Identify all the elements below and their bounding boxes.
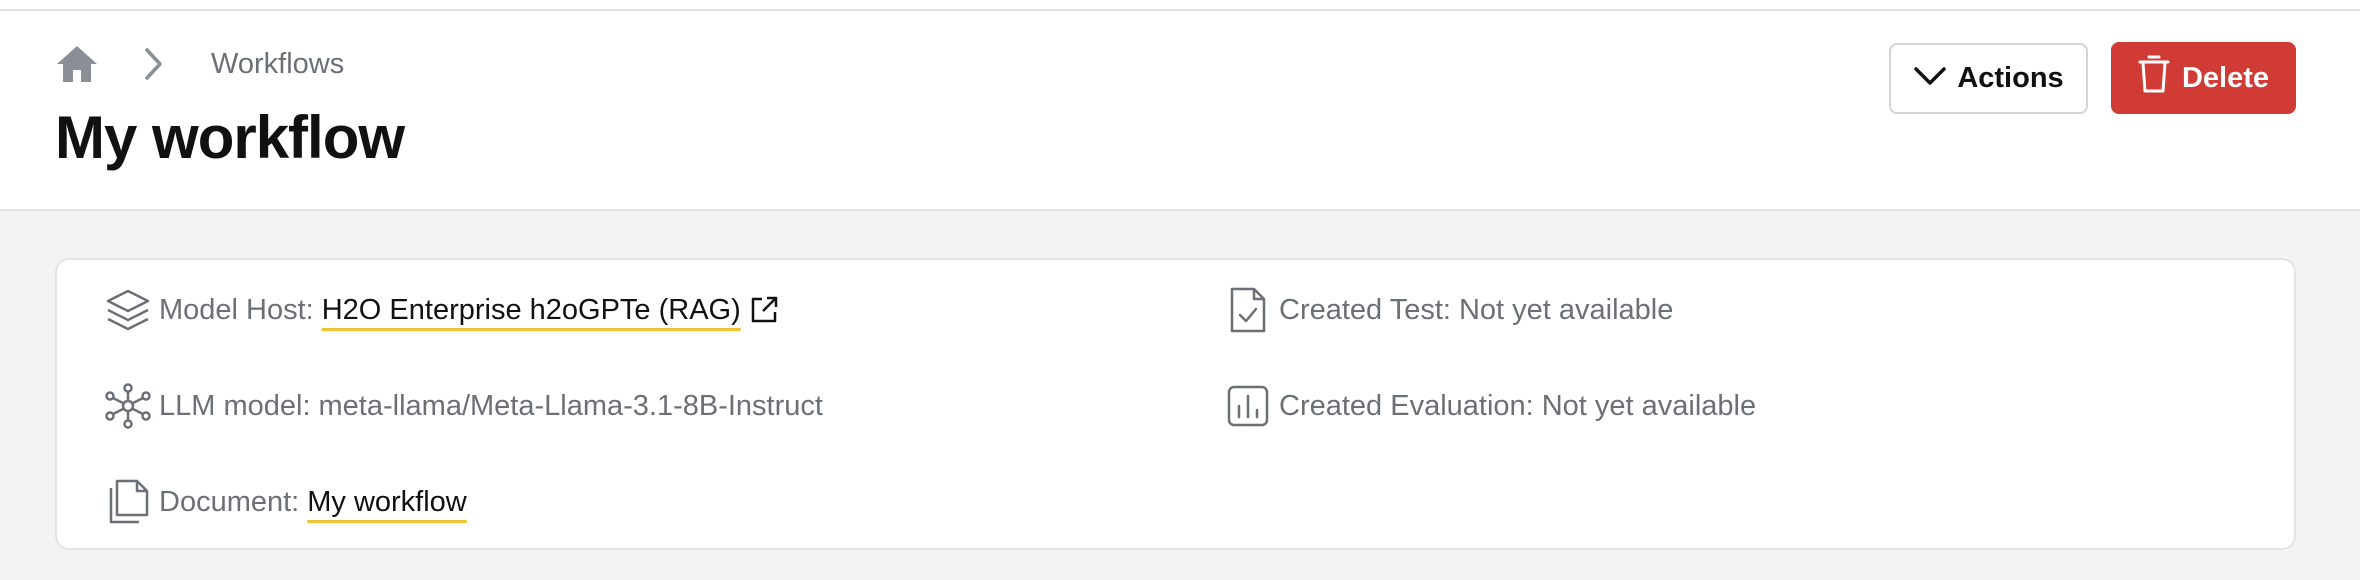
documents-icon — [105, 477, 151, 527]
page-header: Workflows My workflow Actions Delete — [0, 11, 2360, 211]
network-icon — [105, 381, 151, 431]
delete-button[interactable]: Delete — [2111, 42, 2296, 114]
created-evaluation-value: Not yet available — [1541, 389, 1757, 422]
model-host-link[interactable]: H2O Enterprise h2oGPTe (RAG) — [322, 294, 741, 327]
llm-model-label: LLM model: — [159, 389, 311, 422]
model-host-label: Model Host: — [159, 293, 314, 326]
created-test-label: Created Test: — [1279, 293, 1451, 326]
actions-button-label: Actions — [1957, 62, 2064, 94]
document-row: Document: My workflow — [105, 472, 467, 532]
delete-button-label: Delete — [2181, 61, 2270, 94]
workflow-details-card: Model Host: H2O Enterprise h2oGPTe (RAG) — [55, 258, 2296, 550]
created-test-row: Created Test: Not yet available — [1225, 280, 1673, 340]
breadcrumb: Workflows — [55, 41, 344, 87]
trash-icon — [2138, 54, 2170, 102]
chevron-down-icon — [1913, 62, 1947, 95]
file-check-icon — [1225, 285, 1271, 335]
created-evaluation-row: Created Evaluation: Not yet available — [1225, 376, 1756, 436]
external-link-icon[interactable] — [749, 295, 779, 325]
document-link[interactable]: My workflow — [307, 486, 467, 519]
document-label: Document: — [159, 485, 300, 518]
actions-button[interactable]: Actions — [1889, 43, 2088, 114]
breadcrumb-item-workflows[interactable]: Workflows — [211, 48, 344, 81]
page-title: My workflow — [55, 104, 405, 171]
top-divider — [0, 0, 2360, 11]
model-host-row: Model Host: H2O Enterprise h2oGPTe (RAG) — [105, 280, 779, 340]
llm-model-value: meta-llama/Meta-Llama-3.1-8B-Instruct — [318, 389, 823, 422]
chevron-right-icon — [139, 42, 169, 86]
created-evaluation-label: Created Evaluation: — [1279, 389, 1534, 422]
llm-model-row: LLM model: meta-llama/Meta-Llama-3.1-8B-… — [105, 376, 823, 436]
home-icon[interactable] — [55, 42, 99, 86]
created-test-value: Not yet available — [1458, 293, 1674, 326]
layers-icon — [105, 285, 151, 335]
bar-chart-icon — [1225, 381, 1271, 431]
